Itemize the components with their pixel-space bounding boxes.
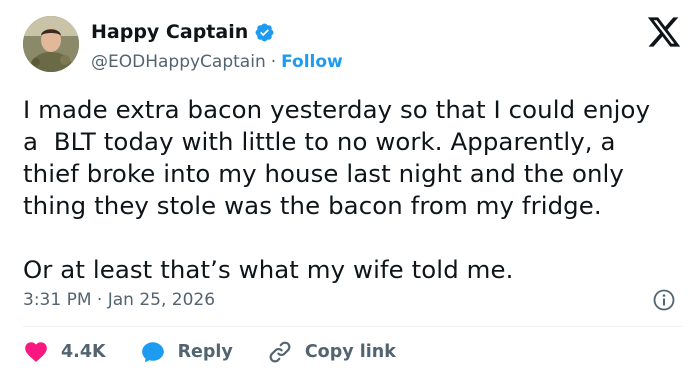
reply-button[interactable]: Reply xyxy=(140,339,233,365)
verified-badge-icon xyxy=(255,23,274,41)
separator-dot: · xyxy=(270,52,277,72)
timestamp[interactable]: 3:31 PM · Jan 25, 2026 xyxy=(23,290,215,310)
avatar[interactable] xyxy=(23,16,79,72)
like-count: 4.4K xyxy=(61,342,106,362)
action-bar: 4.4K Reply Copy link xyxy=(23,337,430,367)
tweet-meta: 3:31 PM · Jan 25, 2026 xyxy=(23,286,676,314)
reply-bubble-icon xyxy=(141,342,164,363)
info-icon[interactable] xyxy=(652,288,676,312)
like-button[interactable]: 4.4K xyxy=(23,339,106,365)
link-icon xyxy=(269,341,291,363)
tweet-paragraph: Or at least that’s what my wife told me. xyxy=(23,255,514,284)
heart-icon xyxy=(25,342,47,362)
tweet-header: Happy Captain @EODHappyCaptain · Follow xyxy=(23,14,682,78)
copy-link-label: Copy link xyxy=(304,342,396,362)
display-name[interactable]: Happy Captain xyxy=(91,21,248,43)
handle[interactable]: @EODHappyCaptain xyxy=(91,52,266,72)
copy-link-button[interactable]: Copy link xyxy=(267,339,396,365)
follow-button[interactable]: Follow xyxy=(281,52,343,72)
reply-label: Reply xyxy=(177,342,233,362)
author-info: Happy Captain @EODHappyCaptain · Follow xyxy=(91,18,343,76)
divider xyxy=(23,326,682,327)
tweet-text: I made extra bacon yesterday so that I c… xyxy=(23,94,683,286)
tweet-paragraph: I made extra bacon yesterday so that I c… xyxy=(23,95,651,220)
x-logo-icon[interactable] xyxy=(646,14,682,50)
